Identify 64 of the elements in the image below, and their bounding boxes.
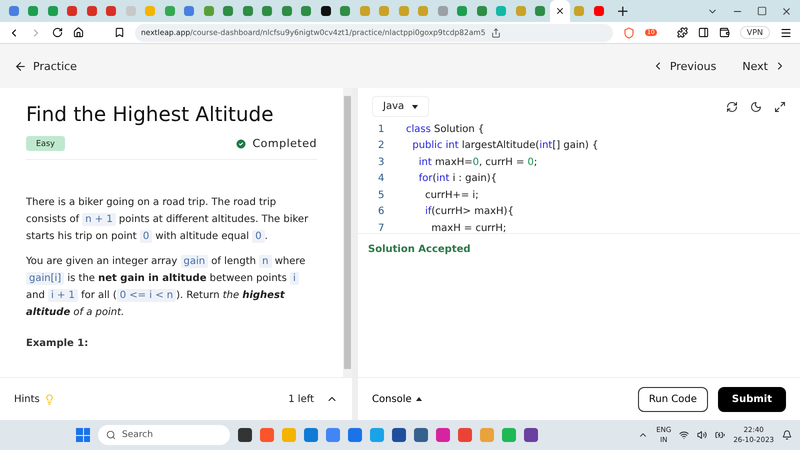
close-icon[interactable] [554,6,565,16]
share-icon[interactable] [490,28,500,38]
shield-icon[interactable] [623,26,636,38]
difficulty-tag: Easy [26,136,65,151]
bookmark-icon[interactable] [114,27,125,38]
home-icon[interactable] [73,27,84,38]
problem-description: You are given an integer array gain of length n where gain[i] is the net gain in altitude between points i and i + 1 for all ( 0 <= i < n ). Return the highest altitude of a point. [26,254,306,320]
problem-description: There is a biker going on a road trip. The road trip consists of n + 1 points at different altitudes. The biker starts his trip on point 0 with altitude equal 0 . [26,196,310,245]
example-heading: Example 1: [26,337,90,351]
close-icon[interactable] [781,6,792,16]
check-icon [234,138,246,150]
code-line: if(currH> maxH){ [424,206,514,218]
problem-title: Find the Highest Altitude [26,102,275,126]
code-line: for(int i : gain){ [418,173,497,184]
submit-button[interactable]: Submit [718,386,786,412]
app-icon[interactable] [238,428,252,442]
arrow-left-icon [14,60,27,72]
line-number: 5 [378,190,386,201]
line-number: 1 [378,124,386,135]
app-icon[interactable] [414,428,428,442]
search-icon [106,430,116,440]
result-message: Solution Accepted [368,244,471,257]
reset-icon[interactable] [726,100,738,112]
line-number: 7 [378,222,386,233]
console-toggle[interactable]: Console [372,394,422,404]
extensions-icon[interactable] [676,27,688,38]
start-icon[interactable] [76,428,90,442]
caret-down-icon [412,104,418,108]
maximize-icon[interactable] [757,6,767,16]
next-link[interactable]: Next [742,60,786,72]
run-code-button[interactable]: Run Code [638,386,708,412]
scrollbar[interactable] [343,88,352,377]
menu-icon[interactable] [780,26,792,38]
code-line: int maxH=0, currH = 0; [418,156,538,168]
reload-icon[interactable] [52,27,63,38]
dark-mode-icon[interactable] [750,100,762,112]
code-line: class Solution { [406,124,484,135]
line-number: 2 [378,140,386,152]
code-line: public int largestAltitude(int[] gain) { [411,140,598,152]
back-link[interactable]: Practice [14,60,77,72]
lightbulb-icon [44,394,55,404]
hints-label: Hints [14,394,40,404]
fullscreen-icon[interactable] [774,100,786,112]
app-icon[interactable] [392,428,406,442]
caret-up-icon [416,397,422,401]
app-icon[interactable] [524,428,538,442]
wallet-icon[interactable] [718,27,730,38]
code-line: maxH = currH; [430,222,506,233]
volume-icon[interactable] [697,430,708,440]
completed-status: Completed [234,137,317,150]
language-dropdown[interactable]: Java [372,96,430,117]
previous-link[interactable]: Previous [652,60,716,72]
notification-icon[interactable] [782,430,792,440]
line-number: 6 [378,206,386,218]
battery-icon[interactable] [715,430,726,440]
taskbar-search-field[interactable]: Search [98,425,230,445]
wifi-icon[interactable] [679,430,690,440]
code-line: currH+= i; [424,190,479,201]
sidebar-icon[interactable] [698,27,709,38]
new-tab-button[interactable]: + [616,2,630,20]
vpn-button[interactable]: VPN [740,26,770,39]
line-number: 3 [378,156,386,168]
line-number: 4 [378,173,386,184]
hints-count: 1 left [288,394,314,404]
